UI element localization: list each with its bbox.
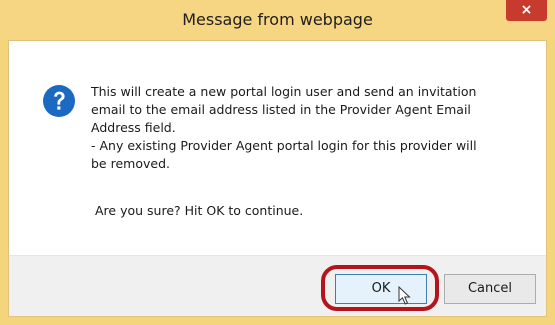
- button-bar: OK Cancel: [9, 255, 546, 316]
- message-line: email to the email address listed in the…: [91, 102, 471, 117]
- mouse-pointer-icon: [398, 286, 411, 305]
- close-button[interactable]: ×: [506, 0, 547, 21]
- ok-button[interactable]: OK: [335, 274, 427, 304]
- dialog-message: This will create a new portal login user…: [91, 83, 531, 173]
- dialog-body: This will create a new portal login user…: [8, 40, 547, 317]
- confirm-text: Are you sure? Hit OK to continue.: [95, 203, 304, 218]
- cancel-button[interactable]: Cancel: [444, 274, 536, 304]
- title-bar[interactable]: Message from webpage ×: [0, 0, 555, 40]
- message-dialog: Message from webpage × This will create …: [0, 0, 555, 325]
- question-icon: [43, 85, 75, 117]
- dialog-title: Message from webpage: [182, 10, 373, 29]
- message-line: Address field.: [91, 120, 176, 135]
- close-icon: ×: [520, 2, 533, 18]
- message-line: be removed.: [91, 156, 170, 171]
- message-line: This will create a new portal login user…: [91, 84, 477, 99]
- message-line: - Any existing Provider Agent portal log…: [91, 138, 477, 153]
